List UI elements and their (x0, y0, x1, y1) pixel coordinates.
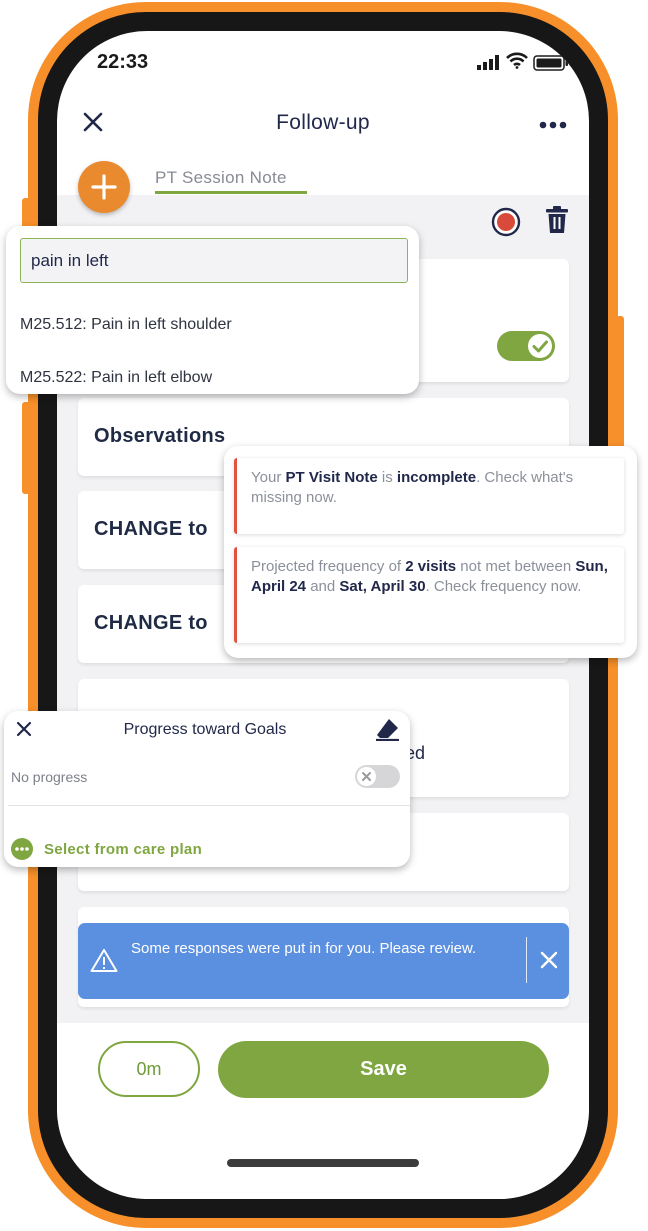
tab-underline (155, 191, 307, 194)
home-indicator (227, 1159, 419, 1167)
trash-icon (546, 206, 568, 233)
tab-pt-session-note[interactable]: PT Session Note (155, 168, 287, 188)
record-button[interactable] (491, 207, 521, 237)
notification-text: and (306, 578, 340, 595)
search-input-value: pain in left (31, 251, 109, 270)
card-title: CHANGE to (94, 518, 208, 540)
eraser-icon[interactable] (375, 717, 401, 742)
ellipsis-icon (11, 838, 33, 860)
tab-bar (57, 161, 589, 195)
diagnosis-toggle[interactable] (497, 331, 555, 361)
notification-highlight: Sat, April 30 (339, 578, 426, 595)
goals-title: Progress toward Goals (123, 721, 287, 738)
notification-text: not met between (456, 558, 576, 575)
wifi-icon (506, 52, 528, 74)
alert-icon (90, 948, 118, 978)
card-title: CHANGE to (94, 612, 208, 634)
status-time: 22:33 (97, 51, 149, 73)
side-button (22, 402, 30, 494)
save-button[interactable]: Save (218, 1041, 549, 1098)
add-button[interactable] (78, 161, 130, 213)
diagnosis-search-popup: pain in left M25.512: Pain in left shoul… (6, 226, 419, 394)
page-title: Follow-up (276, 111, 370, 134)
banner-message: Some responses were put in for you. Plea… (131, 940, 477, 957)
side-button (616, 316, 624, 456)
select-from-care-plan-link[interactable]: Select from care plan (44, 841, 202, 858)
banner-divider (526, 937, 527, 983)
battery-icon (533, 55, 569, 76)
signal-icon (477, 55, 501, 75)
timer-button[interactable]: 0m (98, 1041, 200, 1097)
notification-frequency[interactable]: Projected frequency of 2 visits not met … (234, 547, 624, 643)
notifications-popup: Your PT Visit Note is incomplete . Check … (224, 446, 637, 658)
notification-highlight: 2 visits (405, 558, 457, 575)
notification-text: is (377, 469, 397, 486)
notification-text: Projected frequency of (251, 558, 406, 575)
search-input[interactable]: pain in left (20, 238, 408, 283)
more-icon[interactable] (538, 117, 568, 129)
close-icon (357, 767, 376, 786)
check-icon (528, 334, 552, 358)
add-icon (91, 174, 117, 200)
progress-toggle[interactable] (355, 765, 400, 788)
notification-highlight: incomplete (396, 469, 477, 486)
divider (8, 805, 410, 806)
autofill-banner: Some responses were put in for you. Plea… (78, 923, 569, 999)
search-result-item[interactable]: M25.522: Pain in left elbow (20, 369, 212, 387)
notification-text: . Check frequency now. (425, 578, 582, 595)
notification-highlight: PT Visit Note (285, 469, 378, 486)
card-title: Observations (94, 425, 226, 447)
record-icon (491, 207, 521, 237)
notification-incomplete-note[interactable]: Your PT Visit Note is incomplete. Check … (234, 458, 624, 534)
progress-label: No progress (11, 769, 88, 785)
close-icon[interactable] (540, 951, 558, 969)
goals-popup: Progress toward Goals No progress Select… (4, 711, 410, 867)
delete-button[interactable] (545, 206, 569, 234)
search-result-item[interactable]: M25.512: Pain in left shoulder (20, 316, 232, 334)
notification-text: Your (251, 469, 286, 486)
